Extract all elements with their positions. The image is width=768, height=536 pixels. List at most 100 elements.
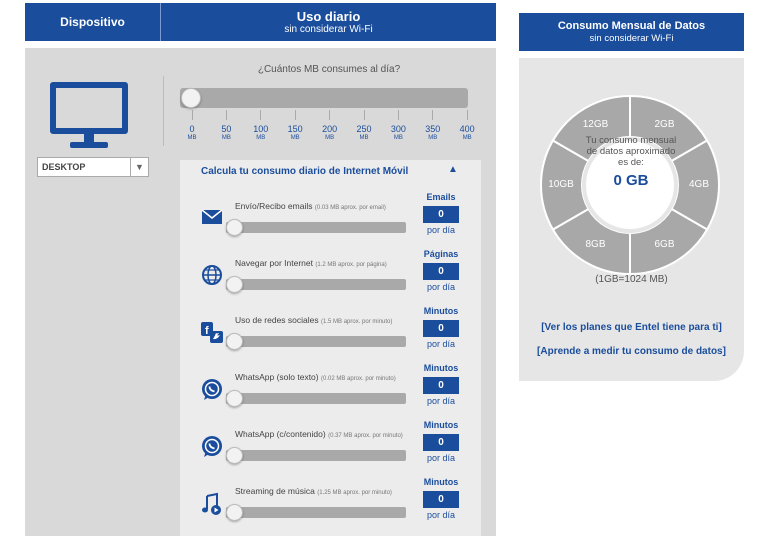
usage-label-text: WhatsApp (c/contenido) [235, 429, 326, 439]
usage-label: Envío/Recibo emails (0.03 MB aprox. por … [235, 201, 415, 214]
social-icon: f [200, 321, 224, 345]
usage-row: Navegar por Internet (1.2 MB aprox. por … [180, 249, 481, 309]
calculator-title[interactable]: Calcula tu consumo diario de Internet Mó… [201, 166, 408, 177]
tick-value: 400 [459, 124, 475, 134]
tick-unit: MB [393, 135, 403, 141]
usage-value[interactable]: 0 [423, 434, 459, 451]
usage-slider[interactable] [226, 219, 406, 236]
usage-note: (0.37 MB aprox. por minuto) [328, 433, 403, 439]
usage-label-text: Streaming de música [235, 486, 315, 496]
divider [163, 76, 164, 146]
slider-tick: 350 MB [418, 110, 448, 142]
slider-tick: 0 MB [177, 110, 207, 142]
usage-value[interactable]: 0 [423, 206, 459, 223]
plans-link[interactable]: [Ver los planes que Entel tiene para ti] [519, 322, 744, 333]
tick-unit: MB [462, 135, 472, 141]
slider-scale: 0 MB 50 MB 100 MB 150 MB 200 MB 250 MB 300 MB 350 MB 400… [188, 110, 475, 146]
daily-mb-slider-handle[interactable] [181, 88, 201, 108]
usage-note: (0.02 MB aprox. por minuto) [321, 376, 396, 382]
usage-column-title: Uso diario sin considerar Wi-Fi [161, 3, 496, 41]
calculator-header: Dispositivo Uso diario sin considerar Wi… [25, 3, 496, 41]
donut-segment-label: 12GB [582, 119, 609, 131]
slider-tick: 50 MB [211, 110, 241, 142]
tick-unit: MB [187, 135, 197, 141]
tick-unit: MB [256, 135, 266, 141]
usage-slider[interactable] [226, 276, 406, 293]
usage-value[interactable]: 0 [423, 263, 459, 280]
usage-slider-handle[interactable] [226, 219, 243, 236]
usage-unit: Minutos [423, 420, 459, 430]
usage-label: WhatsApp (solo texto) (0.02 MB aprox. po… [235, 372, 415, 385]
donut-segment-label: 6GB [654, 238, 675, 250]
tick-value: 100 [253, 124, 269, 134]
device-select-value: DESKTOP [42, 162, 86, 172]
donut-segment-label: 2GB [654, 119, 675, 131]
svg-text:f: f [205, 325, 209, 337]
usage-label: Uso de redes sociales (1.5 MB aprox. por… [235, 315, 415, 328]
usage-row: WhatsApp (solo texto) (0.02 MB aprox. po… [180, 363, 481, 423]
donut-segment-label: 8GB [585, 238, 606, 250]
per-day-label: por día [426, 453, 456, 463]
usage-label-text: Uso de redes sociales [235, 315, 319, 325]
usage-unit: Minutos [423, 363, 459, 373]
globe-icon [200, 264, 224, 288]
per-day-label: por día [426, 510, 456, 520]
monthly-result-value: 0 GB [613, 172, 649, 189]
usage-value[interactable]: 0 [423, 491, 459, 508]
donut-segment-label: 4GB [688, 179, 709, 190]
usage-title: Uso diario [296, 8, 361, 24]
usage-value[interactable]: 0 [423, 320, 459, 337]
monthly-header: Consumo Mensual de Datos sin considerar … [519, 13, 744, 51]
usage-note: (1.2 MB aprox. por página) [315, 262, 387, 268]
usage-row: WhatsApp (c/contenido) (0.37 MB aprox. p… [180, 420, 481, 480]
usage-row: Envío/Recibo emails (0.03 MB aprox. por … [180, 192, 481, 252]
usage-label-text: Envío/Recibo emails [235, 201, 313, 211]
measure-usage-link[interactable]: [Aprende a medir tu consumo de datos] [519, 346, 744, 357]
tick-value: 50 [221, 124, 232, 134]
per-day-label: por día [426, 339, 456, 349]
usage-slider[interactable] [226, 447, 406, 464]
usage-row: f Uso de redes sociales (1.5 MB aprox. po… [180, 306, 481, 366]
monthly-subtitle: sin considerar Wi-Fi [589, 32, 674, 44]
usage-slider-handle[interactable] [226, 390, 243, 407]
usage-row: Streaming de música (1.25 MB aprox. por … [180, 477, 481, 536]
usage-label-text: Navegar por Internet [235, 258, 313, 268]
daily-mb-slider[interactable] [180, 88, 468, 108]
usage-slider[interactable] [226, 333, 406, 350]
tick-unit: MB [221, 135, 231, 141]
usage-value[interactable]: 0 [423, 377, 459, 394]
music-icon [200, 492, 224, 516]
tick-unit: MB [428, 135, 438, 141]
usage-note: (1.25 MB aprox. por minuto) [317, 490, 392, 496]
slider-tick: 100 MB [246, 110, 276, 142]
monthly-result-text: Tu consumo mensual de datos aproximado e… [585, 135, 677, 168]
whatsapp-icon [200, 435, 224, 459]
usage-unit: Minutos [423, 477, 459, 487]
usage-note: (1.5 MB aprox. por minuto) [321, 319, 393, 325]
slider-tick: 300 MB [383, 110, 413, 142]
device-select[interactable]: DESKTOP ▼ [37, 157, 149, 177]
usage-slider[interactable] [226, 504, 406, 521]
usage-slider[interactable] [226, 390, 406, 407]
usage-label-text: WhatsApp (solo texto) [235, 372, 319, 382]
usage-unit: Minutos [423, 306, 459, 316]
whatsapp-icon [200, 378, 224, 402]
tick-unit: MB [359, 135, 369, 141]
usage-subtitle: sin considerar Wi-Fi [284, 23, 373, 35]
usage-unit: Emails [426, 192, 456, 202]
daily-mb-question: ¿Cuántos MB consumes al día? [257, 64, 401, 75]
collapse-caret-icon[interactable]: ▲ [448, 164, 458, 175]
usage-slider-handle[interactable] [226, 447, 243, 464]
usage-slider-handle[interactable] [226, 333, 243, 350]
desktop-monitor-icon [50, 82, 128, 150]
usage-slider-handle[interactable] [226, 504, 243, 521]
tick-value: 0 [189, 124, 195, 134]
tick-unit: MB [325, 135, 335, 141]
envelope-icon [200, 207, 224, 231]
usage-slider-handle[interactable] [226, 276, 243, 293]
slider-tick: 250 MB [349, 110, 379, 142]
per-day-label: por día [426, 225, 456, 235]
chevron-down-icon[interactable]: ▼ [130, 158, 148, 176]
mobile-usage-calculator: Calcula tu consumo diario de Internet Mó… [180, 160, 481, 536]
monthly-title: Consumo Mensual de Datos [557, 19, 706, 32]
